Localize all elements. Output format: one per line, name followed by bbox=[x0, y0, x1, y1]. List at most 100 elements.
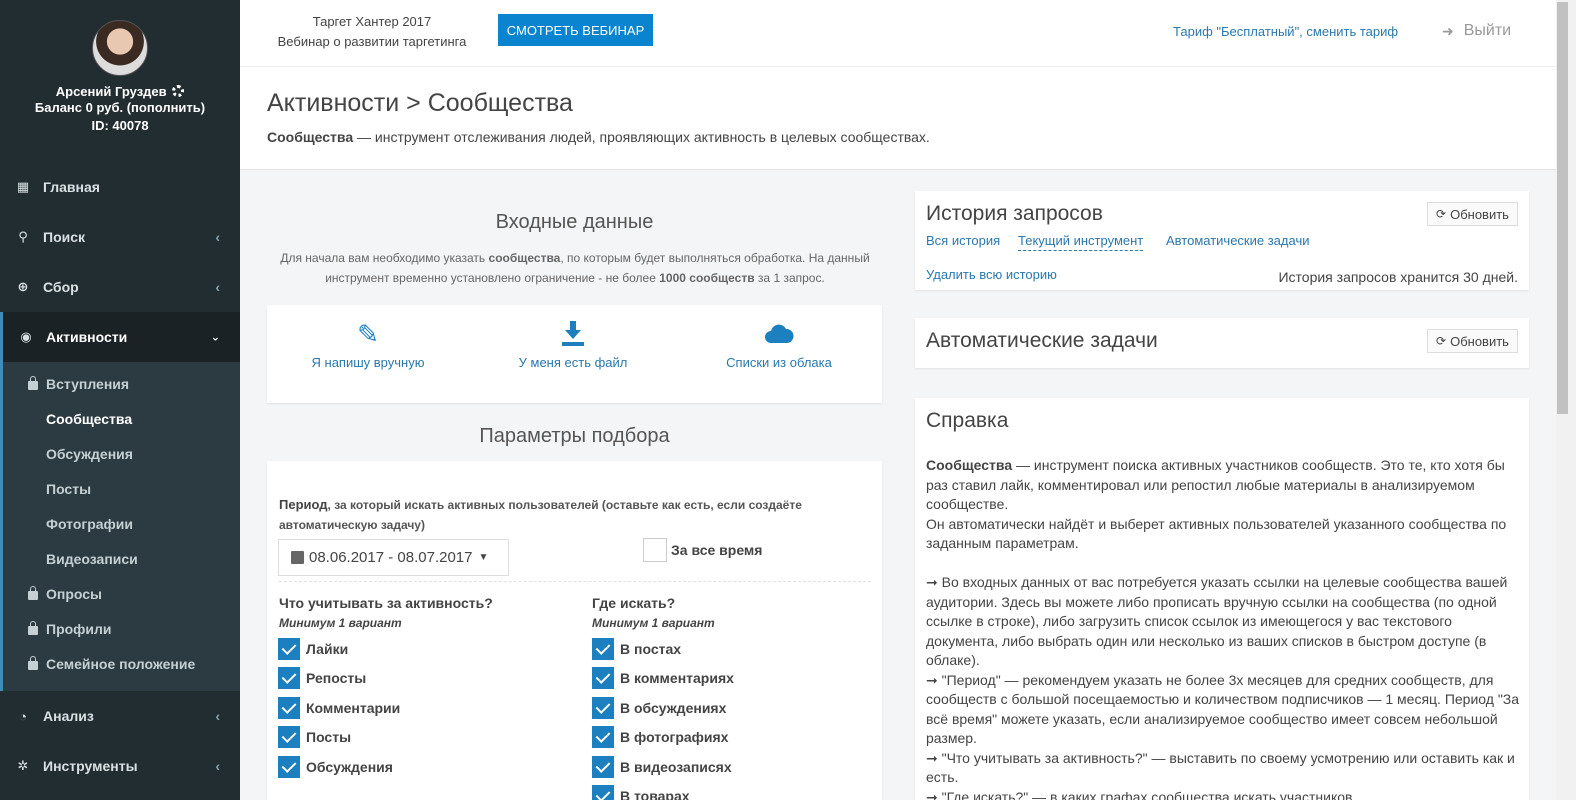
nav-home[interactable]: ▦ Главная bbox=[0, 162, 240, 212]
cloud-lists-option[interactable]: Списки из облака bbox=[679, 317, 879, 370]
watch-webinar-button[interactable]: СМОТРЕТЬ ВЕБИНАР bbox=[498, 14, 653, 46]
user-balance[interactable]: Баланс 0 руб. (пополнить) bbox=[0, 99, 240, 117]
upload-file-label: У меня есть файл bbox=[518, 355, 628, 370]
checkbox-checked[interactable] bbox=[278, 697, 300, 719]
nav-analysis[interactable]: ◔ Анализ ‹ bbox=[0, 691, 240, 741]
checkbox-label: В товарах bbox=[620, 788, 690, 800]
lock-icon bbox=[28, 656, 38, 670]
checkbox-in-posts[interactable]: В постах bbox=[592, 638, 681, 660]
date-range-picker[interactable]: 08.06.2017 - 08.07.2017 ▼ bbox=[278, 539, 509, 576]
intro-text-1: Для начала вам необходимо указать bbox=[280, 251, 489, 265]
tab-current-tool[interactable]: Текущий инструмент bbox=[1018, 233, 1144, 251]
where-search-heading: Где искать? bbox=[592, 595, 676, 611]
nav-search-label: Поиск bbox=[43, 229, 86, 245]
lock-icon bbox=[28, 586, 38, 600]
sidebar-item-label: Вступления bbox=[46, 375, 130, 392]
search-icon: ⚲ bbox=[18, 229, 28, 244]
page-description: Сообщества — инструмент отслеживания люд… bbox=[267, 129, 930, 145]
promo-title: Таргет Хантер 2017 bbox=[312, 14, 432, 29]
checkbox-checked[interactable] bbox=[592, 638, 614, 660]
gear-icon[interactable] bbox=[172, 85, 185, 97]
all-time-checkbox[interactable] bbox=[643, 538, 667, 562]
checkbox-checked[interactable] bbox=[592, 726, 614, 748]
period-label: Период, за который искать активных польз… bbox=[279, 495, 859, 535]
tab-auto-tasks[interactable]: Автоматические задачи bbox=[1166, 233, 1309, 248]
sidebar-item-photos[interactable]: Фотографии bbox=[3, 506, 240, 541]
help-paragraph: Сообщества — инструмент поиска активных … bbox=[926, 456, 1521, 515]
nav-collect-label: Сбор bbox=[43, 279, 79, 295]
logout-button[interactable]: ➜ Выйти bbox=[1442, 22, 1511, 40]
delete-history-link[interactable]: Удалить всю историю bbox=[926, 267, 1057, 282]
checkbox-checked[interactable] bbox=[278, 638, 300, 660]
checkbox-likes[interactable]: Лайки bbox=[278, 638, 348, 660]
checkbox-checked[interactable] bbox=[592, 785, 614, 800]
help-paragraph: ➞ "Где искать?" — в каких графах сообщес… bbox=[926, 788, 1357, 800]
input-section-title: Входные данные bbox=[495, 211, 654, 233]
help-paragraph: ➞ Во входных данных от вас потребуется у… bbox=[926, 574, 1508, 668]
nav-analysis-label: Анализ bbox=[43, 708, 94, 724]
cloud-icon bbox=[679, 317, 879, 351]
refresh-label: Обновить bbox=[1450, 333, 1509, 349]
help-text-1: — инструмент поиска активных участников … bbox=[926, 457, 1505, 512]
checkbox-in-photos[interactable]: В фотографиях bbox=[592, 726, 728, 748]
auto-tasks-refresh-button[interactable]: ⟳ Обновить bbox=[1427, 329, 1518, 353]
chevron-down-icon: ⌄ bbox=[210, 331, 220, 344]
checkbox-checked[interactable] bbox=[278, 756, 300, 778]
nav-activity[interactable]: ◉ Активности ⌄ bbox=[0, 312, 240, 362]
history-retention-note: История запросов хранится 30 дней. bbox=[1278, 269, 1518, 285]
scrollbar-thumb[interactable] bbox=[1557, 2, 1568, 414]
upload-file-option[interactable]: У меня есть файл bbox=[473, 317, 673, 370]
write-manually-label: Я напишу вручную bbox=[311, 355, 425, 370]
checkbox-comments[interactable]: Комментарии bbox=[278, 697, 400, 719]
sidebar-item-label: Сообщества bbox=[46, 410, 133, 427]
user-name[interactable]: Арсений Груздев bbox=[56, 84, 167, 99]
checkbox-checked[interactable] bbox=[592, 667, 614, 689]
avatar[interactable] bbox=[92, 20, 148, 76]
history-refresh-button[interactable]: ⟳ Обновить bbox=[1427, 202, 1518, 226]
calendar-icon bbox=[291, 551, 304, 564]
sidebar-item-family[interactable]: Семейное положение bbox=[3, 646, 240, 681]
promo-subtitle: Вебинар о развитии таргетинга bbox=[277, 34, 467, 49]
sidebar-item-label: Профили bbox=[46, 620, 112, 637]
checkbox-label: Репосты bbox=[306, 670, 367, 686]
nav-activity-label: Активности bbox=[46, 329, 128, 345]
caret-down-icon: ▼ bbox=[478, 552, 489, 563]
sidebar-item-profiles[interactable]: Профили bbox=[3, 611, 240, 646]
checkbox-reposts[interactable]: Репосты bbox=[278, 667, 366, 689]
refresh-icon: ⟳ bbox=[1436, 334, 1447, 348]
sidebar-item-joins[interactable]: Вступления bbox=[3, 366, 240, 401]
checkbox-in-goods[interactable]: В товарах bbox=[592, 785, 690, 800]
help-title: Справка bbox=[926, 409, 1009, 432]
checkbox-checked[interactable] bbox=[592, 756, 614, 778]
checkbox-posts[interactable]: Посты bbox=[278, 726, 351, 748]
checkbox-checked[interactable] bbox=[278, 667, 300, 689]
period-label-hint: , за который искать активных пользовател… bbox=[279, 498, 802, 532]
nav-collect[interactable]: ⊕ Сбор ‹ bbox=[0, 262, 240, 312]
sidebar-item-discussions[interactable]: Обсуждения bbox=[3, 436, 240, 471]
checkbox-discussions[interactable]: Обсуждения bbox=[278, 756, 393, 778]
checkbox-checked[interactable] bbox=[592, 697, 614, 719]
sidebar-item-posts[interactable]: Посты bbox=[3, 471, 240, 506]
tariff-link[interactable]: Тариф "Бесплатный", сменить тариф bbox=[1173, 24, 1398, 39]
checkbox-in-discussions[interactable]: В обсуждениях bbox=[592, 697, 726, 719]
nav-search[interactable]: ⚲ Поиск ‹ bbox=[0, 212, 240, 262]
sidebar-item-communities[interactable]: Сообщества bbox=[3, 401, 240, 436]
sidebar-item-polls[interactable]: Опросы bbox=[3, 576, 240, 611]
chevron-left-icon: ‹ bbox=[215, 229, 220, 245]
sidebar-item-label: Опросы bbox=[46, 585, 103, 602]
auto-tasks-title: Автоматические задачи bbox=[926, 329, 1158, 352]
sidebar-item-videos[interactable]: Видеозаписи bbox=[3, 541, 240, 576]
dashboard-icon: ▦ bbox=[16, 179, 30, 194]
help-paragraph: ➞ "Период" — рекомендуем указать не боле… bbox=[926, 671, 1520, 747]
lock-icon bbox=[28, 621, 38, 635]
scrollbar[interactable] bbox=[1556, 0, 1576, 800]
refresh-label: Обновить bbox=[1450, 206, 1509, 222]
checkbox-in-videos[interactable]: В видеозаписях bbox=[592, 756, 732, 778]
tab-all-history[interactable]: Вся история bbox=[926, 233, 1000, 248]
all-time-label[interactable]: За все время bbox=[671, 542, 762, 558]
checkbox-checked[interactable] bbox=[278, 726, 300, 748]
checkbox-in-comments[interactable]: В комментариях bbox=[592, 667, 734, 689]
nav-tools[interactable]: ✲ Инструменты ‹ bbox=[0, 741, 240, 791]
help-paragraph: Он автоматически найдёт и выберет активн… bbox=[926, 515, 1507, 552]
write-manually-option[interactable]: ✎ Я напишу вручную bbox=[268, 317, 468, 371]
